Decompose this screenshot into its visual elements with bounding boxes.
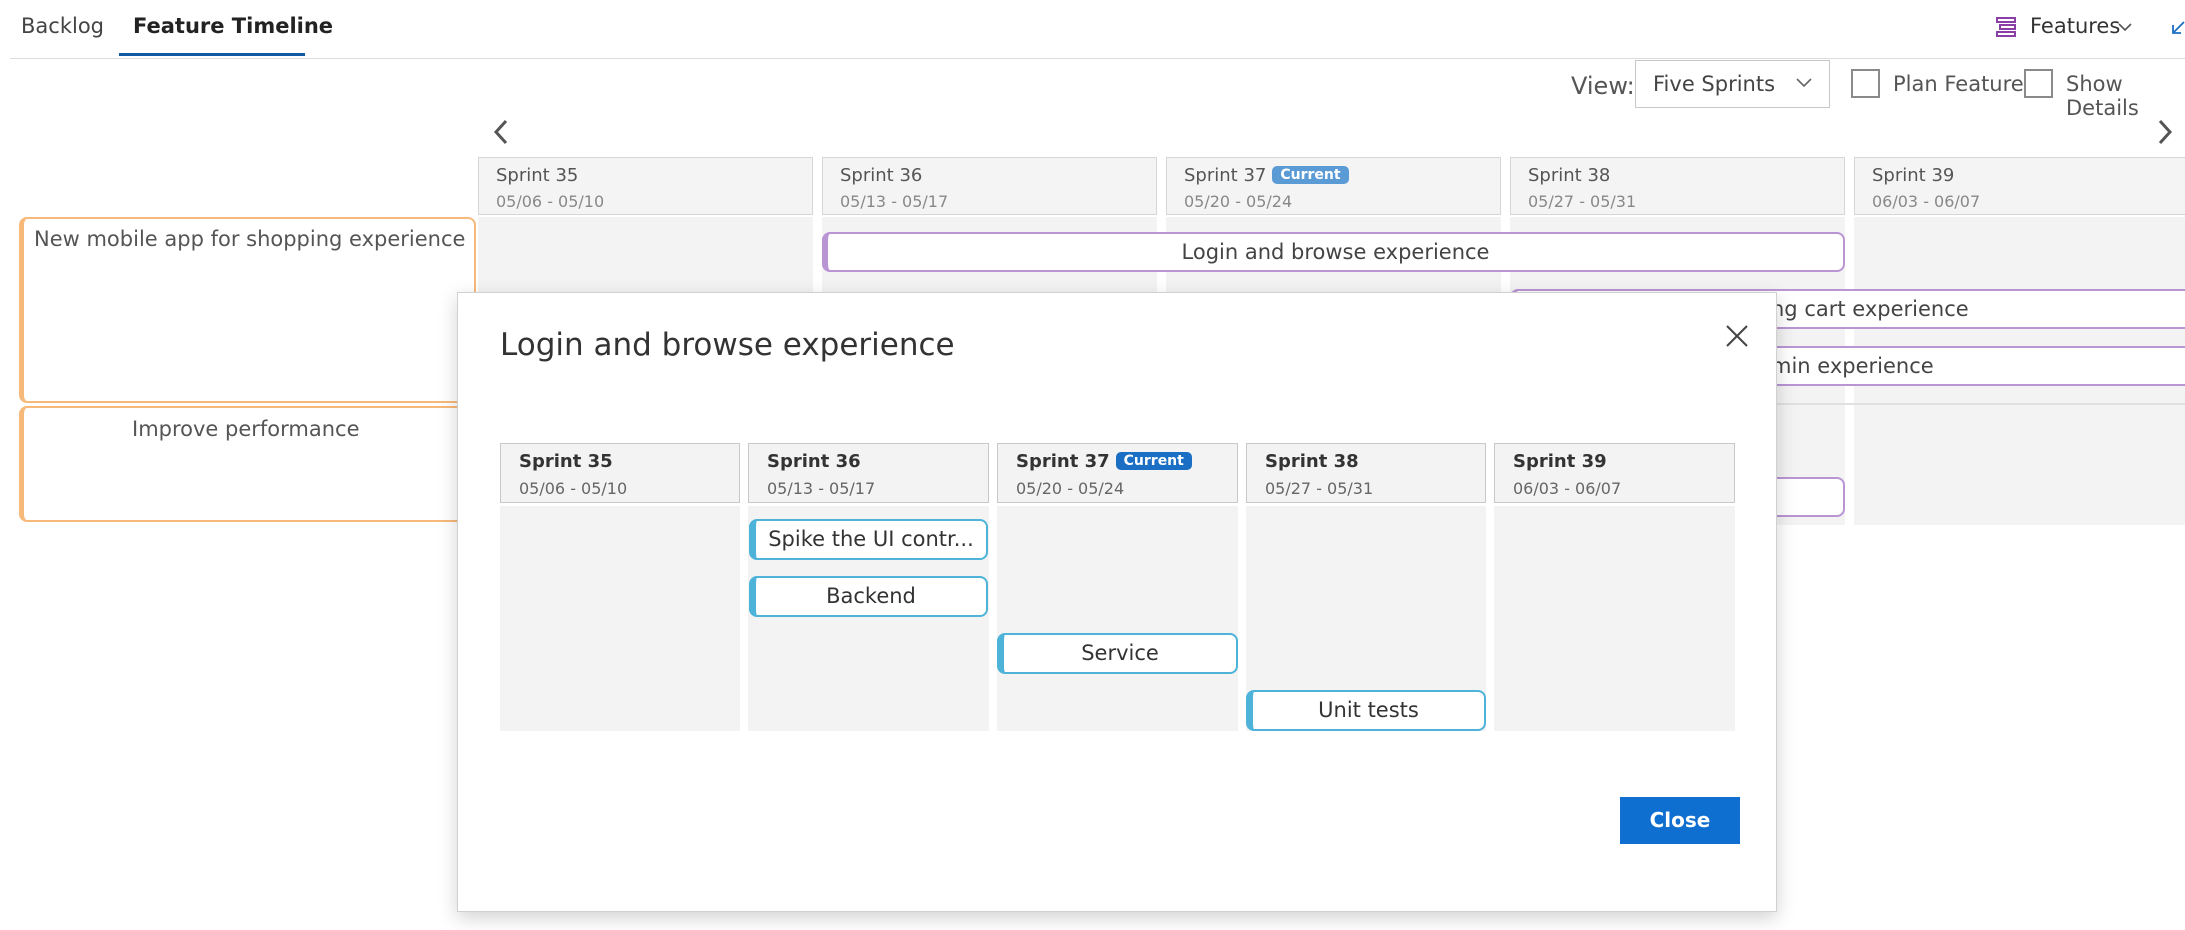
collapse-icon[interactable] (2170, 19, 2185, 37)
feature-bar[interactable]: Login and browse experience (822, 232, 1845, 272)
sprint-dates: 05/20 - 05/24 (1016, 479, 1125, 498)
sprint-dates: 05/06 - 05/10 (519, 479, 628, 498)
chevron-down-icon[interactable] (1796, 77, 1812, 89)
view-dropdown-value[interactable]: Five Sprints (1653, 72, 1775, 96)
sprint-name: Sprint 37 Current (1184, 165, 1349, 186)
sprint-name: Sprint 36 (767, 451, 861, 472)
sprint-dates: 06/03 - 06/07 (1513, 479, 1622, 498)
backlog-level-icon[interactable] (1995, 16, 2017, 38)
plan-features-label[interactable]: Plan Features (1893, 72, 2035, 96)
dialog-sprint-column (1494, 506, 1735, 731)
epic-card[interactable]: Improve performance (19, 406, 476, 522)
backlog-level-label[interactable]: Features (2030, 14, 2120, 38)
sprint-dates: 05/06 - 05/10 (496, 192, 605, 211)
dialog-title: Login and browse experience (500, 327, 955, 363)
plan-features-checkbox[interactable] (1851, 69, 1880, 98)
story-card[interactable]: Spike the UI contr... (749, 519, 988, 560)
active-tab-indicator (119, 53, 305, 56)
feature-details-dialog: Login and browse experience Sprint 35 05… (457, 292, 1777, 912)
sprint-header: Sprint 39 06/03 - 06/07 (1854, 157, 2185, 215)
previous-sprint-icon[interactable] (491, 118, 513, 146)
show-details-checkbox[interactable] (2024, 69, 2053, 98)
sprint-name: Sprint 38 (1265, 451, 1359, 472)
sprint-dates: 06/03 - 06/07 (1872, 192, 1981, 211)
sprint-name: Sprint 39 (1513, 451, 1607, 472)
sprint-dates: 05/27 - 05/31 (1265, 479, 1374, 498)
dialog-sprint-header: Sprint 38 05/27 - 05/31 (1246, 443, 1486, 503)
sprint-header: Sprint 38 05/27 - 05/31 (1510, 157, 1845, 215)
sprint-dates: 05/27 - 05/31 (1528, 192, 1637, 211)
sprint-header: Sprint 37 Current 05/20 - 05/24 (1166, 157, 1501, 215)
next-sprint-icon[interactable] (2153, 118, 2175, 146)
sprint-name: Sprint 35 (519, 451, 613, 472)
sprint-dates: 05/20 - 05/24 (1184, 192, 1293, 211)
chevron-down-icon[interactable] (2118, 20, 2132, 34)
feature-title[interactable]: ng cart experience (1771, 297, 1969, 321)
current-badge: Current (1115, 452, 1192, 470)
sprint-header: Sprint 35 05/06 - 05/10 (478, 157, 813, 215)
story-card[interactable]: Service (997, 633, 1238, 674)
story-card[interactable]: Backend (749, 576, 988, 617)
feature-title[interactable]: min experience (1771, 354, 1934, 378)
dialog-sprint-column (500, 506, 740, 731)
tab-backlog[interactable]: Backlog (21, 14, 104, 38)
show-details-label[interactable]: Show Details (2066, 72, 2185, 120)
epic-card[interactable]: New mobile app for shopping experience (19, 217, 476, 403)
sprint-name: Sprint 38 (1528, 165, 1611, 186)
dialog-sprint-header: Sprint 35 05/06 - 05/10 (500, 443, 740, 503)
view-label: View: (1571, 72, 1635, 100)
sprint-name-text: Sprint 37 (1016, 451, 1110, 472)
dialog-sprint-header: Sprint 36 05/13 - 05/17 (748, 443, 989, 503)
sprint-name: Sprint 37 Current (1016, 451, 1192, 472)
story-card[interactable]: Unit tests (1246, 690, 1486, 731)
sprint-header: Sprint 36 05/13 - 05/17 (822, 157, 1157, 215)
current-badge: Current (1272, 166, 1349, 184)
sprint-dates: 05/13 - 05/17 (767, 479, 876, 498)
sprint-name: Sprint 39 (1872, 165, 1955, 186)
tab-bar-divider (10, 58, 2185, 59)
sprint-dates: 05/13 - 05/17 (840, 192, 949, 211)
sprint-name: Sprint 35 (496, 165, 579, 186)
close-button[interactable]: Close (1620, 797, 1740, 844)
epic-title[interactable]: New mobile app for shopping experience (34, 227, 465, 251)
sprint-name: Sprint 36 (840, 165, 923, 186)
dialog-sprint-header: Sprint 39 06/03 - 06/07 (1494, 443, 1735, 503)
tab-feature-timeline[interactable]: Feature Timeline (133, 14, 333, 38)
dialog-sprint-header: Sprint 37 Current 05/20 - 05/24 (997, 443, 1238, 503)
dialog-sprint-column (997, 506, 1238, 731)
close-icon[interactable] (1724, 323, 1750, 349)
sprint-name-text: Sprint 37 (1184, 165, 1267, 186)
epic-title[interactable]: Improve performance (132, 417, 360, 441)
